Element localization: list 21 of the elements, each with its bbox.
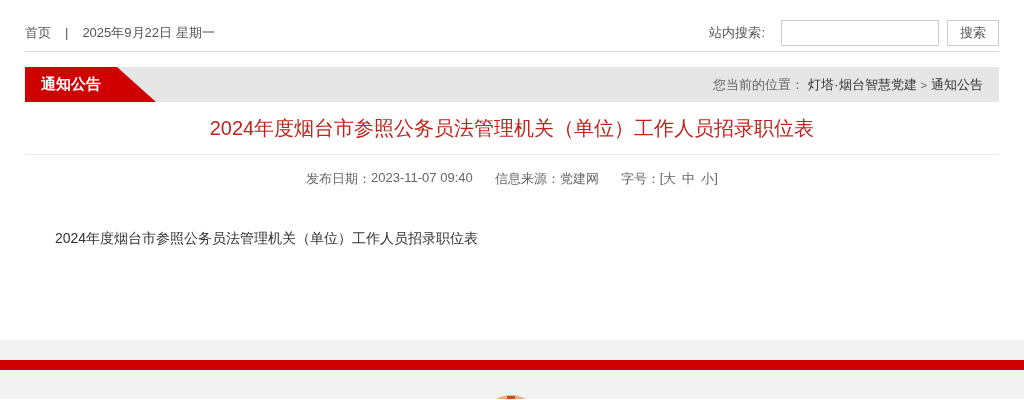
font-size-label: 字号： <box>620 170 660 188</box>
font-size-link[interactable]: 大 <box>663 170 677 188</box>
meta-value: 党建网 <box>559 170 599 188</box>
breadcrumb-link[interactable]: 通知公告 <box>931 75 983 94</box>
location-label: 您当前的位置： <box>713 75 805 94</box>
article-title: 2024年度烟台市参照公务员法管理机关（单位）工作人员招录职位表 <box>25 102 999 155</box>
font-size-link[interactable]: 中 <box>682 170 696 188</box>
meta-label: 发布日期： <box>306 170 372 188</box>
breadcrumb-separator: > <box>920 78 927 91</box>
search-button[interactable]: 搜索 <box>947 19 999 46</box>
home-link[interactable]: 首页 <box>25 23 51 42</box>
separator-text: | <box>65 25 69 40</box>
meta-value: 2023-11-07 09:40 <box>371 170 473 187</box>
breadcrumb-link[interactable]: 灯塔·烟台智慧党建 <box>808 75 917 94</box>
bracket-text: ] <box>714 170 718 187</box>
bracket-text: [ <box>659 170 664 187</box>
date-text: 2025年9月22日 星期一 <box>82 23 215 42</box>
article-body: 2024年度烟台市参照公务员法管理机关（单位）工作人员招录职位表 <box>55 230 480 248</box>
search-label: 站内搜索: <box>709 23 765 42</box>
search-field[interactable] <box>781 19 939 46</box>
meta-label: 信息来源： <box>494 170 560 188</box>
